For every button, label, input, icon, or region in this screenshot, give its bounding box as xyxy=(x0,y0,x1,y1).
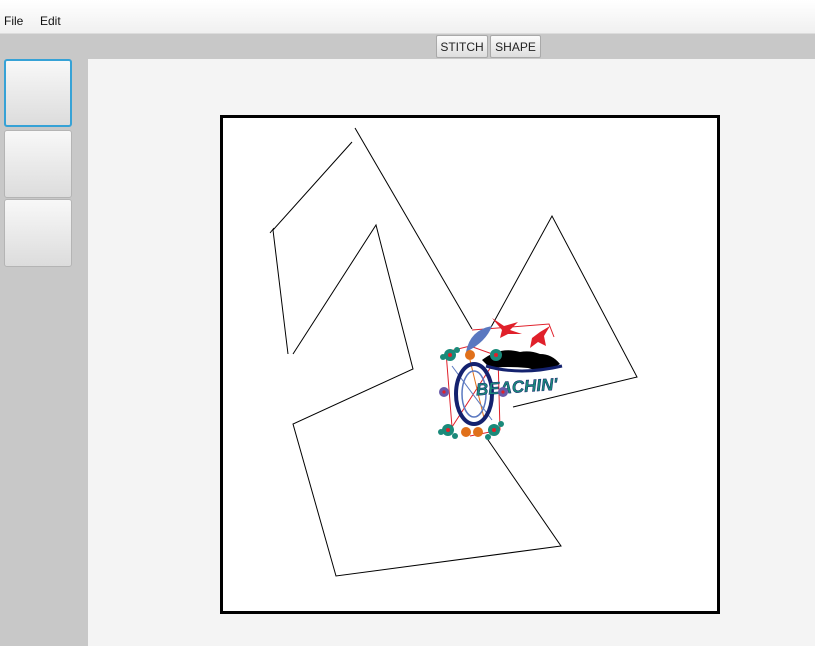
thumbnail-2[interactable] xyxy=(4,130,72,198)
drawing-canvas[interactable]: BEACHIN' xyxy=(220,115,720,614)
menu-file[interactable]: File xyxy=(4,14,23,28)
shape-path-1 xyxy=(272,141,353,355)
sidebar xyxy=(0,59,88,646)
thumbnail-1[interactable] xyxy=(4,59,72,127)
bird-shape-2 xyxy=(530,326,550,348)
menu-bar: File Edit xyxy=(0,0,815,34)
toolbar: STITCH SHAPE xyxy=(0,34,815,59)
menu-edit[interactable]: Edit xyxy=(40,14,61,28)
shape-path-3 xyxy=(292,223,562,577)
shape-button[interactable]: SHAPE xyxy=(490,35,541,58)
shape-path-4 xyxy=(354,127,473,330)
thumbnail-3[interactable] xyxy=(4,199,72,267)
stitch-button[interactable]: STITCH xyxy=(436,35,488,58)
canvas-drawing: BEACHIN' xyxy=(269,127,638,577)
embroidery-design: BEACHIN' xyxy=(438,318,563,440)
